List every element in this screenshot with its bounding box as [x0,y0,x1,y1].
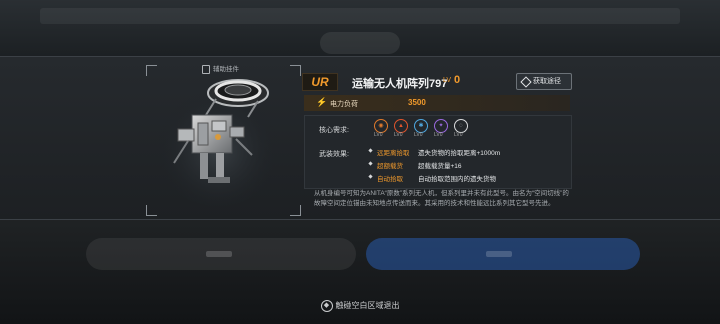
blurred-label [486,251,512,257]
module-effect: 自动拾取范围内的遗失货物 [418,176,496,183]
bullet-icon [368,148,373,153]
rarity-badge: UR [302,73,338,91]
level-prefix: LV [443,77,452,84]
requirement-item: ✱ LV0 [413,119,429,139]
drone-illustration [156,79,280,207]
modules-label: 武装效果: [319,151,349,158]
module-effect: 超载载货量+16 [418,163,462,170]
orange-core-icon: ◉ [374,119,388,133]
blurred-label [206,251,232,257]
bullet-icon [368,174,373,179]
background-top-button [320,32,400,54]
background-header-strip [40,8,680,24]
bullet-icon [368,161,373,166]
white-core-icon: ◌ [454,119,468,133]
stats-box: 核心需求: ◉ LV0 ▲ LV0 ✱ LV0 ✦ LV0 ◌ LV0 武装效果… [304,115,572,189]
module-effect: 遗失货物的拾取距离+1000m [418,150,501,157]
item-detail-modal: 辅助挂件 UR 运输无人机阵列797 LV 0 获取途径 ⚡ 电力负荷 3500… [0,56,720,220]
power-label: 电力负荷 [330,101,358,108]
requirement-item: ▲ LV0 [393,119,409,139]
acquire-label: 获取途径 [533,78,561,85]
module-name: 超额载货 [377,163,403,170]
requirement-level: LV0 [414,132,423,138]
requirement-level: LV0 [434,132,443,138]
exit-hint[interactable]: ◆ 触碰空白区域退出 [0,300,720,312]
module-item: 自动拾取 自动拾取范围内的遗失货物 [368,172,569,185]
module-item: 远距离拾取 遗失货物的拾取距离+1000m [368,146,569,159]
requirement-level: LV0 [374,132,383,138]
frame-corner [290,65,301,76]
diamond-icon [520,76,532,88]
flame-core-icon: ▲ [394,119,408,133]
power-load-row: ⚡ 电力负荷 3500 [304,95,570,111]
requirements-label: 核心需求: [319,127,349,134]
requirement-level: LV0 [454,132,463,138]
power-value: 3500 [408,98,426,107]
drone-artwork [148,67,288,207]
level-value: 0 [454,74,461,86]
background-top-bar [0,0,720,60]
item-description: 从机身编号可知为ANITA“原数”系列无人机，但系列里并未有此型号。由名为“空间… [314,190,569,207]
module-name: 自动拾取 [377,176,403,183]
frame-corner [290,205,301,216]
purple-core-icon: ✦ [434,119,448,133]
module-list: 远距离拾取 遗失货物的拾取距离+1000m 超额载货 超载载货量+16 自动拾取… [368,146,569,185]
requirement-item: ✦ LV0 [433,119,449,139]
item-name: 运输无人机阵列797 [352,78,448,90]
requirement-item: ◉ LV0 [373,119,389,139]
tap-icon: ◆ [320,300,333,312]
module-item: 超额载货 超载载货量+16 [368,159,569,172]
requirement-level: LV0 [394,132,403,138]
module-name: 远距离拾取 [377,150,410,157]
requirement-item: ◌ LV0 [453,119,469,139]
frost-core-icon: ✱ [414,119,428,133]
background-left-button [86,238,356,270]
background-right-button [366,238,640,270]
exit-hint-label: 触碰空白区域退出 [335,301,400,311]
acquire-button[interactable]: 获取途径 [516,73,572,90]
lightning-icon: ⚡ [316,97,328,107]
